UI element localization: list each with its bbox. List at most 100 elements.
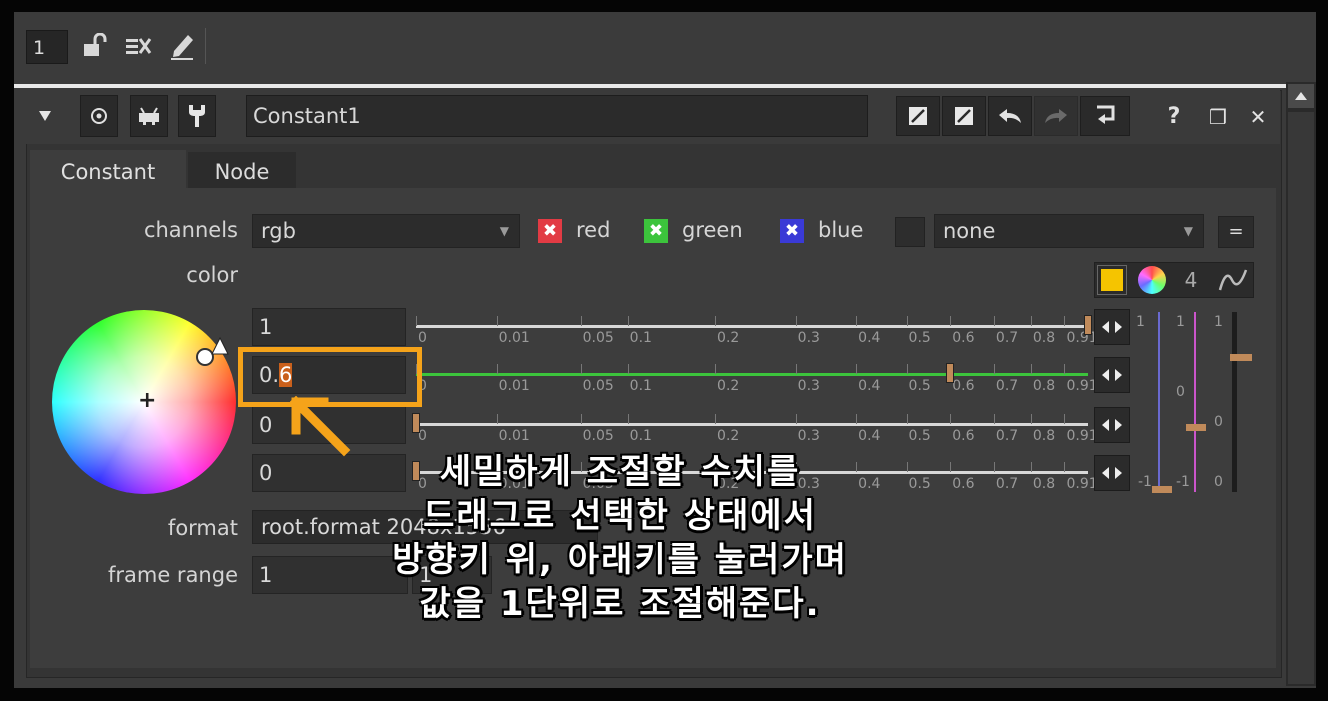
- slider-tick-label: 0.05: [582, 330, 614, 346]
- node-name-input[interactable]: Constant1: [246, 95, 868, 137]
- blue-checkbox[interactable]: ✖: [780, 219, 804, 243]
- slider-tick: [580, 414, 582, 424]
- slider-tick: [1064, 414, 1066, 424]
- slider-tick-label: 0.5: [908, 428, 931, 444]
- tab-constant[interactable]: Constant: [30, 150, 186, 194]
- slider-tick-label: 0.91: [1066, 476, 1098, 492]
- blue-mini-slider[interactable]: [1220, 310, 1256, 494]
- slider-tick-label: 0.7: [995, 476, 1019, 492]
- slider-tick-label: 0.01: [498, 378, 530, 394]
- arrows-button[interactable]: [1094, 455, 1130, 491]
- slider-track[interactable]: [416, 423, 1088, 426]
- slider-handle[interactable]: [412, 413, 420, 433]
- revert-icon[interactable]: [1080, 96, 1130, 136]
- slider-tick: [496, 364, 498, 374]
- lock-icon[interactable]: [80, 32, 108, 60]
- slider-tick-label: 0.91: [1066, 330, 1098, 346]
- slider-tick-label: 0.3: [797, 428, 820, 444]
- subtitle-overlay: 세밀하게 조절할 수치를 드래그로 선택한 상태에서 방향키 위, 아래키를 눌…: [290, 450, 950, 626]
- slider-tick: [993, 462, 995, 472]
- slider-tick: [795, 364, 797, 374]
- subtitle-line-3: 방향키 위, 아래키를 눌러가며: [392, 540, 848, 580]
- alpha-checkbox[interactable]: [895, 217, 925, 247]
- slider-tick: [906, 414, 908, 424]
- pencil-icon[interactable]: [168, 32, 196, 60]
- mini-scale-bottom-3: -1: [1176, 474, 1190, 490]
- slider-tick-label: 0.1: [629, 378, 652, 394]
- red-mini-slider[interactable]: [1146, 310, 1174, 494]
- slider-tick-label: 0.2: [717, 330, 740, 346]
- slider-tick-label: 0.91: [1066, 378, 1098, 394]
- close-icon[interactable]: ✕: [1244, 100, 1272, 134]
- slash-box-icon[interactable]: [896, 96, 940, 136]
- slider-tick-label: 0.1: [629, 428, 652, 444]
- channel-count-button[interactable]: 4: [1176, 266, 1206, 294]
- slider-tick: [1064, 462, 1066, 472]
- alpha-channel-dropdown[interactable]: none ▼: [934, 214, 1204, 248]
- slider-tick-label: 0.5: [908, 330, 931, 346]
- slider-tick-label: 0.8: [1032, 428, 1056, 444]
- slider-tick: [627, 364, 629, 374]
- slider-tick: [496, 414, 498, 424]
- slider-tick: [993, 316, 995, 326]
- curve-icon[interactable]: [1214, 264, 1252, 296]
- center-icon[interactable]: [80, 95, 118, 137]
- mini-scale-top: 1: [1136, 314, 1145, 330]
- slider-handle[interactable]: [946, 363, 955, 383]
- slider-tick-label: 0.2: [717, 378, 740, 394]
- slider-track[interactable]: [416, 325, 1088, 328]
- input-icon[interactable]: [124, 32, 152, 60]
- viewer-icon[interactable]: [130, 95, 168, 137]
- collapse-icon[interactable]: [28, 95, 62, 137]
- redo-icon[interactable]: [1034, 96, 1078, 136]
- green-checkbox[interactable]: ✖: [644, 219, 668, 243]
- slider-tick: [715, 414, 717, 424]
- green-label: green: [682, 218, 743, 242]
- slider-tick: [856, 414, 858, 424]
- slider-tick-label: 0.8: [1032, 330, 1056, 346]
- slider-tick-label: 0.5: [908, 378, 931, 394]
- link-button[interactable]: =: [1218, 216, 1254, 248]
- mini-scale-top-3: 1: [1214, 314, 1223, 330]
- mini-scale-bottom: 0: [1214, 474, 1223, 490]
- color-wheel-icon[interactable]: [1138, 266, 1166, 294]
- slider-tick-label: 0.05: [582, 378, 614, 394]
- slider-track[interactable]: [416, 373, 1088, 376]
- undo-icon[interactable]: [988, 96, 1032, 136]
- slider-tick-label: 0: [418, 330, 427, 346]
- float-icon[interactable]: ❒: [1204, 100, 1232, 134]
- slider-tick: [993, 414, 995, 424]
- slider-tick: [795, 414, 797, 424]
- mini-scale-mid: 0: [1176, 384, 1185, 400]
- red-checkbox[interactable]: ✖: [538, 219, 562, 243]
- slider-tick: [906, 364, 908, 374]
- slider-tick-label: 0.6: [952, 330, 975, 346]
- slider-tick-label: 0.4: [858, 330, 881, 346]
- arrows-button[interactable]: [1094, 357, 1130, 393]
- slider-tick-label: 0.4: [858, 378, 881, 394]
- slider-tick-label: 0.7: [995, 378, 1019, 394]
- channels-dropdown[interactable]: rgb ▼: [252, 214, 520, 248]
- arrows-button[interactable]: [1094, 309, 1130, 345]
- slider-handle[interactable]: [1084, 315, 1092, 335]
- left-right-arrows-icon: [1102, 321, 1122, 333]
- slider-tick-label: 0.7: [995, 428, 1019, 444]
- tab-node[interactable]: Node: [188, 152, 296, 192]
- green-mini-slider[interactable]: [1182, 310, 1212, 494]
- slash-box-icon-2[interactable]: [942, 96, 986, 136]
- slider-tick: [856, 364, 858, 374]
- color-swatch-button[interactable]: [1097, 265, 1127, 295]
- slider-tick-label: 0.7: [995, 330, 1019, 346]
- slider-tick-label: 0.01: [498, 330, 530, 346]
- alpha-channel-value: none: [943, 219, 996, 243]
- slider-tick: [416, 316, 417, 326]
- mini-scale-top-2: 1: [1176, 314, 1185, 330]
- arrows-button[interactable]: [1094, 407, 1130, 443]
- help-icon[interactable]: ?: [1160, 100, 1188, 134]
- scroll-thumb[interactable]: [1288, 112, 1314, 684]
- max-panels-input[interactable]: 1: [26, 30, 68, 64]
- wrench-icon[interactable]: [178, 95, 216, 137]
- slider-tick-label: 0.2: [717, 428, 740, 444]
- color-value-input[interactable]: 1: [252, 308, 406, 346]
- scroll-up-icon[interactable]: [1288, 84, 1314, 108]
